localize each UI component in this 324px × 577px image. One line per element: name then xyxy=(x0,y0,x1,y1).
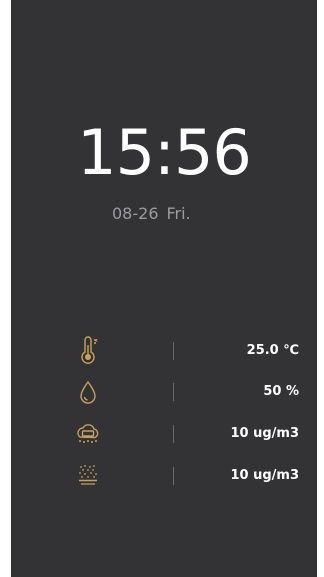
svg-text:c: c xyxy=(95,338,98,344)
pm25-value: 10 ug/m3 xyxy=(230,426,299,441)
sensor-row-humidity: 50 % xyxy=(11,377,317,407)
thermometer-icon: c xyxy=(73,336,103,366)
date-text: 08-26 xyxy=(112,204,159,223)
clock-time: 15:56 xyxy=(77,116,252,189)
sensor-row-pm10: 10 ug/m3 xyxy=(11,461,317,491)
row-divider xyxy=(173,342,174,360)
date-display: 08-26 Fri. xyxy=(112,204,191,224)
pm25-icon xyxy=(73,419,103,449)
sensor-row-temperature: c 25.0 ℃ xyxy=(11,336,317,366)
sensor-row-pm25: 10 ug/m3 xyxy=(11,419,317,449)
row-divider xyxy=(173,467,174,485)
row-divider xyxy=(173,425,174,443)
pm10-value: 10 ug/m3 xyxy=(230,468,299,483)
humidity-value: 50 % xyxy=(263,384,299,399)
temperature-value: 25.0 ℃ xyxy=(246,343,299,358)
row-divider xyxy=(173,383,174,401)
pm10-icon xyxy=(73,461,103,491)
device-screen: 15:56 08-26 Fri. c 25.0 ℃ 50 % 10 ug/m3 … xyxy=(11,0,317,577)
water-drop-icon xyxy=(73,377,103,407)
weekday-text: Fri. xyxy=(166,204,191,223)
